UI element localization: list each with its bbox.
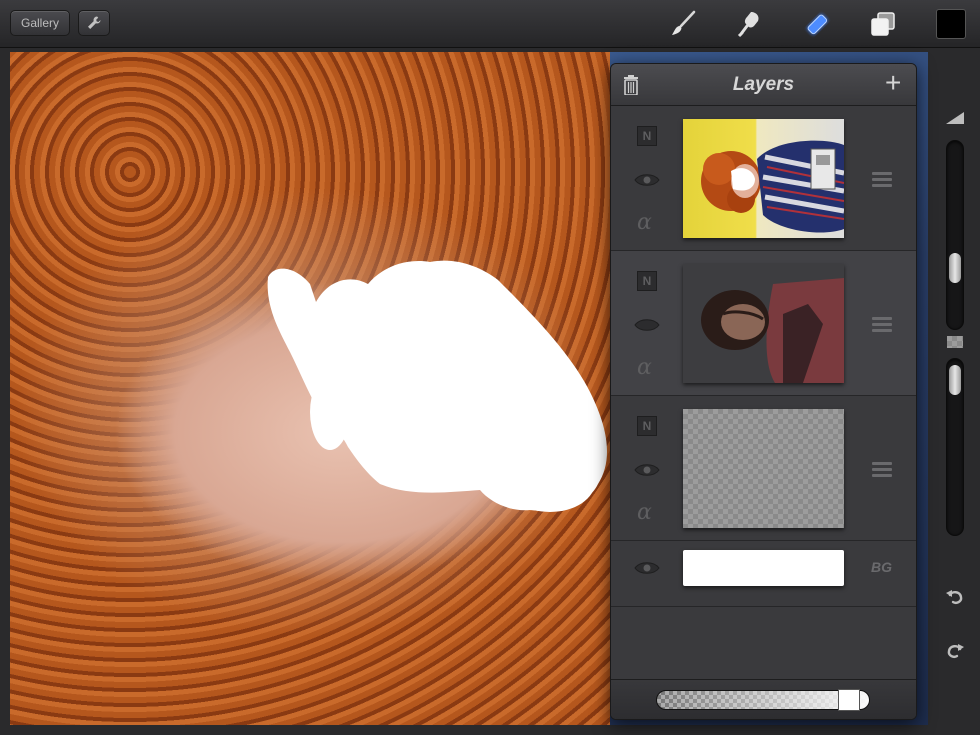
layer-opacity-slider[interactable] xyxy=(656,689,870,711)
blend-mode-button[interactable]: N xyxy=(637,126,657,146)
layers-tool-button[interactable] xyxy=(866,8,900,40)
top-toolbar: Gallery xyxy=(0,0,980,48)
actions-button[interactable] xyxy=(78,10,110,36)
layer-opacity-bar xyxy=(611,679,916,719)
reorder-handle[interactable] xyxy=(872,172,892,190)
blend-mode-button[interactable]: N xyxy=(637,271,657,291)
brush-opacity-thumb[interactable] xyxy=(949,365,961,395)
color-swatch[interactable] xyxy=(936,9,966,39)
eye-icon[interactable] xyxy=(634,172,660,188)
alpha-lock-toggle[interactable]: α xyxy=(637,355,652,380)
layer-thumbnail[interactable] xyxy=(683,264,844,383)
alpha-lock-toggle[interactable]: α xyxy=(637,500,652,525)
layers-icon xyxy=(871,12,895,36)
layer-thumbnail[interactable] xyxy=(683,119,844,238)
brush-tool-button[interactable] xyxy=(666,8,700,40)
undo-icon[interactable] xyxy=(944,586,966,608)
eye-icon[interactable] xyxy=(634,317,660,333)
blend-mode-button[interactable]: N xyxy=(637,416,657,436)
layers-panel-title: Layers xyxy=(732,74,795,95)
side-controls xyxy=(930,52,980,735)
layer-row-3[interactable]: N α xyxy=(611,396,916,541)
reorder-handle[interactable] xyxy=(872,317,892,335)
layer-thumbnail[interactable] xyxy=(683,409,844,528)
plus-icon[interactable]: + xyxy=(885,68,901,98)
background-layer-label: BG xyxy=(871,559,892,575)
redo-icon[interactable] xyxy=(944,640,966,662)
wrench-icon xyxy=(88,16,101,29)
eye-icon[interactable] xyxy=(634,462,660,478)
smudge-icon xyxy=(737,12,759,38)
eye-icon[interactable] xyxy=(634,560,660,576)
brush-opacity-slider[interactable] xyxy=(946,358,964,536)
eraser-tool-button[interactable] xyxy=(800,8,834,40)
background-color-swatch[interactable] xyxy=(683,550,844,586)
layer-opacity-thumb[interactable] xyxy=(838,689,860,711)
layers-panel: Layers + N α N α N α BG xyxy=(610,63,917,720)
layer-row-2[interactable]: N α xyxy=(611,251,916,396)
eraser-icon xyxy=(806,13,828,35)
brush-size-thumb[interactable] xyxy=(949,253,961,283)
reorder-handle[interactable] xyxy=(872,462,892,480)
layers-panel-header: Layers + xyxy=(611,64,916,106)
background-layer-row[interactable]: BG xyxy=(611,541,916,607)
smudge-tool-button[interactable] xyxy=(732,8,766,40)
alpha-lock-toggle[interactable]: α xyxy=(637,210,652,235)
brush-icon xyxy=(672,10,696,35)
size-indicator-icon xyxy=(946,112,964,124)
gallery-button[interactable]: Gallery xyxy=(10,10,70,36)
opacity-indicator-icon xyxy=(947,336,963,348)
layer-row-1[interactable]: N α xyxy=(611,106,916,251)
brush-size-slider[interactable] xyxy=(946,140,964,330)
